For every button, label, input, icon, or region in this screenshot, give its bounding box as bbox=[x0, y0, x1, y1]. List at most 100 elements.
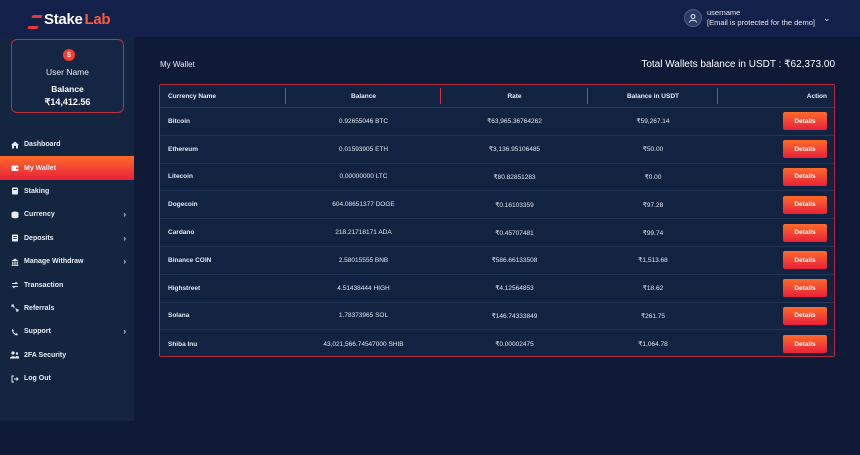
details-button[interactable]: Details bbox=[783, 223, 827, 242]
rate-cell: ₹0.16103359 bbox=[495, 201, 534, 209]
currency-name-cell: Shiba Inu bbox=[168, 340, 198, 348]
currency-name-cell: Cardano bbox=[168, 229, 195, 237]
details-button[interactable]: Details bbox=[783, 251, 827, 270]
currency-name-cell: Solana bbox=[168, 312, 190, 320]
user-avatar-icon bbox=[684, 9, 702, 27]
balance-usdt-cell: ₹1,513.68 bbox=[638, 257, 668, 265]
home-icon bbox=[10, 140, 19, 149]
balance-cell: 604.08651377 DOGE bbox=[332, 201, 395, 209]
details-button[interactable]: Details bbox=[783, 279, 827, 298]
rate-cell: ₹80.82851283 bbox=[493, 173, 536, 181]
sidebar-item-label: Currency bbox=[24, 211, 55, 219]
sidebar-item-label: Staking bbox=[24, 187, 50, 195]
sidebar-item-currency[interactable]: Currency › bbox=[0, 203, 134, 226]
balance-usdt-cell: ₹18.62 bbox=[642, 285, 664, 293]
balance-cell: 43,021,566.74547000 SHIB bbox=[323, 340, 404, 348]
table-row: Binance COIN 2.58015555 BNB ₹586.6613350… bbox=[160, 247, 834, 275]
balance-cell: 1.78373965 SOL bbox=[338, 312, 389, 320]
currency-name-cell: Litecoin bbox=[168, 173, 193, 181]
sidebar-item-label: Log Out bbox=[24, 375, 51, 383]
details-button[interactable]: Details bbox=[783, 335, 827, 354]
column-header-action: Action bbox=[806, 92, 827, 100]
sidebar-item-referrals[interactable]: Referrals bbox=[0, 297, 134, 320]
sidebar-item-support[interactable]: Support › bbox=[0, 320, 134, 343]
sidebar-item-label: Transaction bbox=[24, 281, 64, 289]
balance-cell: 218.21718171 ADA bbox=[335, 229, 392, 237]
profile-card: $ User Name Balance ₹14,412.56 bbox=[11, 39, 124, 113]
details-button[interactable]: Details bbox=[783, 112, 827, 131]
table-row: Litecoin 0.00000000 LTC ₹80.82851283 ₹0.… bbox=[160, 164, 834, 192]
sidebar-nav: Dashboard My Wallet Staking Currency › D… bbox=[0, 133, 134, 390]
rate-cell: ₹0.45707481 bbox=[495, 229, 534, 237]
rate-cell: ₹146.74333849 bbox=[491, 312, 538, 320]
table-row: Highstreet 4.51438444 HIGH ₹4.12564853 ₹… bbox=[160, 275, 834, 303]
withdraw-icon bbox=[10, 257, 19, 266]
referrals-icon bbox=[10, 304, 19, 313]
currency-name-cell: Ethereum bbox=[168, 145, 198, 153]
column-header-balance: Balance bbox=[286, 85, 441, 107]
currency-icon bbox=[10, 210, 19, 219]
table-row: Cardano 218.21718171 ADA ₹0.45707481 ₹99… bbox=[160, 219, 834, 247]
rate-cell: ₹4.12564853 bbox=[495, 285, 534, 293]
balance-usdt-cell: ₹59,267.14 bbox=[636, 118, 670, 126]
profile-balance-label: Balance bbox=[51, 84, 84, 94]
currency-name-cell: Dogecoin bbox=[168, 201, 198, 209]
details-button[interactable]: Details bbox=[783, 306, 827, 325]
profile-name: User Name bbox=[46, 67, 89, 77]
sidebar-item-staking[interactable]: Staking bbox=[0, 180, 134, 203]
balance-usdt-cell: ₹1,064.78 bbox=[638, 341, 668, 349]
chevron-right-icon: › bbox=[123, 257, 126, 267]
balance-usdt-cell: ₹261.75 bbox=[640, 312, 666, 320]
sidebar-item-my-wallet[interactable]: My Wallet bbox=[0, 156, 134, 180]
chevron-right-icon: › bbox=[123, 327, 126, 337]
currency-name-cell: Bitcoin bbox=[168, 117, 191, 125]
coin-icon: $ bbox=[63, 49, 75, 61]
logo-mark-icon bbox=[30, 13, 42, 25]
staking-icon bbox=[10, 187, 19, 196]
column-header-currency-name: Currency Name bbox=[160, 85, 286, 107]
details-button[interactable]: Details bbox=[783, 167, 827, 186]
sidebar-item-label: Referrals bbox=[24, 304, 55, 312]
brand-logo[interactable]: Stake Lab bbox=[30, 9, 111, 29]
sidebar-item-dashboard[interactable]: Dashboard bbox=[0, 133, 134, 156]
profile-balance-value: ₹14,412.56 bbox=[44, 97, 91, 107]
table-row: Bitcoin 0.92655046 BTC ₹63,965.36764262 … bbox=[160, 108, 834, 136]
currency-name-cell: Highstreet bbox=[168, 284, 201, 292]
transaction-icon bbox=[10, 281, 19, 290]
table-row: Solana 1.78373965 SOL ₹146.74333849 ₹261… bbox=[160, 303, 834, 331]
sidebar-item-log-out[interactable]: Log Out bbox=[0, 367, 134, 390]
sidebar-item-label: 2FA Security bbox=[24, 351, 67, 359]
balance-usdt-cell: ₹99.74 bbox=[642, 229, 664, 237]
details-button[interactable]: Details bbox=[783, 140, 827, 159]
column-header-balance-usdt: Balance in USDT bbox=[588, 85, 718, 107]
deposits-icon bbox=[10, 234, 19, 243]
balance-cell: 0.01593905 ETH bbox=[338, 145, 389, 153]
sidebar-item-2fa-security[interactable]: 2FA Security bbox=[0, 344, 134, 367]
details-button[interactable]: Details bbox=[783, 195, 827, 214]
chevron-right-icon: › bbox=[123, 210, 126, 220]
currency-name-cell: Binance COIN bbox=[168, 256, 212, 264]
rate-cell: ₹3,136.95106485 bbox=[488, 146, 541, 154]
sidebar-item-transaction[interactable]: Transaction bbox=[0, 273, 134, 296]
brand-name-part2: Lab bbox=[84, 10, 111, 28]
sidebar-item-label: Manage Withdraw bbox=[24, 258, 84, 266]
table-row: Shiba Inu 43,021,566.74547000 SHIB ₹0.00… bbox=[160, 330, 834, 358]
wallet-icon bbox=[10, 164, 19, 173]
column-header-rate: Rate bbox=[441, 85, 588, 107]
balance-usdt-cell: ₹0.00 bbox=[644, 173, 662, 181]
sidebar-item-manage-withdraw[interactable]: Manage Withdraw › bbox=[0, 250, 134, 273]
sidebar-item-deposits[interactable]: Deposits › bbox=[0, 227, 134, 250]
security-icon bbox=[10, 351, 19, 360]
user-email-label: [Email is protected for the demo] bbox=[707, 18, 815, 27]
balance-cell: 0.00000000 LTC bbox=[339, 173, 388, 181]
logout-icon bbox=[10, 374, 19, 383]
chevron-down-icon[interactable]: ⌄ bbox=[823, 13, 831, 24]
support-icon bbox=[10, 327, 19, 336]
user-menu[interactable]: username [Email is protected for the dem… bbox=[684, 7, 831, 29]
balance-cell: 4.51438444 HIGH bbox=[337, 284, 390, 292]
table-row: Ethereum 0.01593905 ETH ₹3,136.95106485 … bbox=[160, 136, 834, 164]
chevron-right-icon: › bbox=[123, 233, 126, 243]
table-row: Dogecoin 604.08651377 DOGE ₹0.16103359 ₹… bbox=[160, 191, 834, 220]
username-label: username bbox=[707, 8, 741, 17]
balance-cell: 0.92655046 BTC bbox=[338, 117, 389, 125]
